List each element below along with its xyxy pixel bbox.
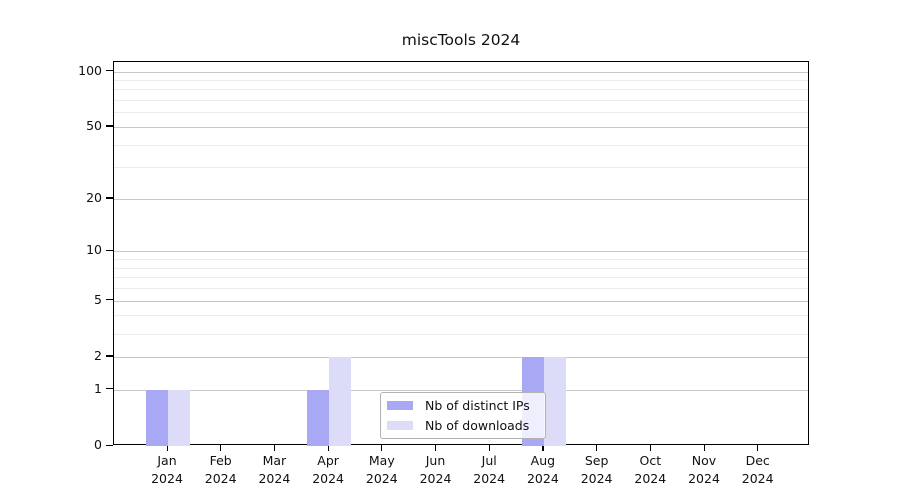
bar-downloads-aug: [544, 357, 566, 446]
chart-title: miscTools 2024: [113, 31, 809, 49]
legend-swatch-distinct-ips: [387, 401, 413, 410]
legend-swatch-downloads: [387, 421, 413, 430]
x-tick-label-dec: Dec 2024: [726, 452, 790, 487]
minor-gridline: [114, 145, 808, 146]
bar-distinct-ips-apr: [307, 390, 329, 446]
minor-gridline: [114, 288, 808, 289]
x-tick-mark: [381, 445, 382, 451]
y-tick-mark: [106, 250, 113, 251]
minor-gridline: [114, 89, 808, 90]
minor-gridline: [114, 277, 808, 278]
y-tick-label: 2: [2, 348, 102, 364]
minor-gridline: [114, 268, 808, 269]
x-tick-mark: [489, 445, 490, 451]
x-tick-mark: [274, 445, 275, 451]
bar-distinct-ips-jan: [146, 390, 168, 446]
minor-gridline: [114, 167, 808, 168]
plot-area: [113, 61, 809, 445]
y-tick-mark: [106, 355, 113, 356]
y-tick-mark: [106, 388, 113, 389]
legend: Nb of distinct IPs Nb of downloads: [380, 392, 546, 439]
legend-label: Nb of downloads: [425, 418, 529, 434]
y-tick-label: 100: [2, 63, 102, 79]
legend-label: Nb of distinct IPs: [425, 398, 530, 414]
x-tick-mark: [596, 445, 597, 451]
x-tick-mark: [220, 445, 221, 451]
y-tick-label: 50: [2, 118, 102, 134]
major-gridline: [114, 72, 808, 73]
x-tick-mark: [435, 445, 436, 451]
major-gridline: [114, 301, 808, 302]
major-gridline: [114, 390, 808, 391]
y-tick-mark: [106, 125, 113, 126]
minor-gridline: [114, 112, 808, 113]
legend-row: Nb of downloads: [387, 418, 545, 434]
minor-gridline: [114, 80, 808, 81]
y-tick-label: 1: [2, 381, 102, 397]
y-tick-label: 0: [2, 437, 102, 453]
minor-gridline: [114, 259, 808, 260]
minor-gridline: [114, 334, 808, 335]
major-gridline: [114, 251, 808, 252]
figure: miscTools 2024 0125102050100 Jan 2024Feb…: [0, 0, 900, 500]
y-tick-mark: [106, 445, 113, 446]
major-gridline: [114, 127, 808, 128]
y-tick-mark: [106, 197, 113, 198]
bar-downloads-apr: [329, 357, 351, 446]
y-tick-mark: [106, 70, 113, 71]
legend-row: Nb of distinct IPs: [387, 398, 545, 414]
y-tick-mark: [106, 299, 113, 300]
minor-gridline: [114, 100, 808, 101]
y-tick-label: 20: [2, 190, 102, 206]
major-gridline: [114, 357, 808, 358]
major-gridline: [114, 199, 808, 200]
bar-downloads-jan: [168, 390, 190, 446]
y-tick-label: 5: [2, 292, 102, 308]
x-tick-mark: [650, 445, 651, 451]
y-tick-label: 10: [2, 242, 102, 258]
x-tick-mark: [757, 445, 758, 451]
x-tick-mark: [704, 445, 705, 451]
minor-gridline: [114, 315, 808, 316]
